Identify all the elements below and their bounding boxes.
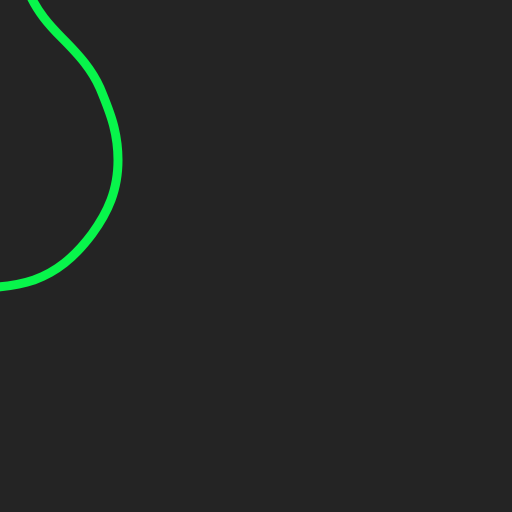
drawing-surface[interactable] bbox=[0, 0, 512, 512]
drawing-canvas[interactable] bbox=[0, 0, 512, 512]
